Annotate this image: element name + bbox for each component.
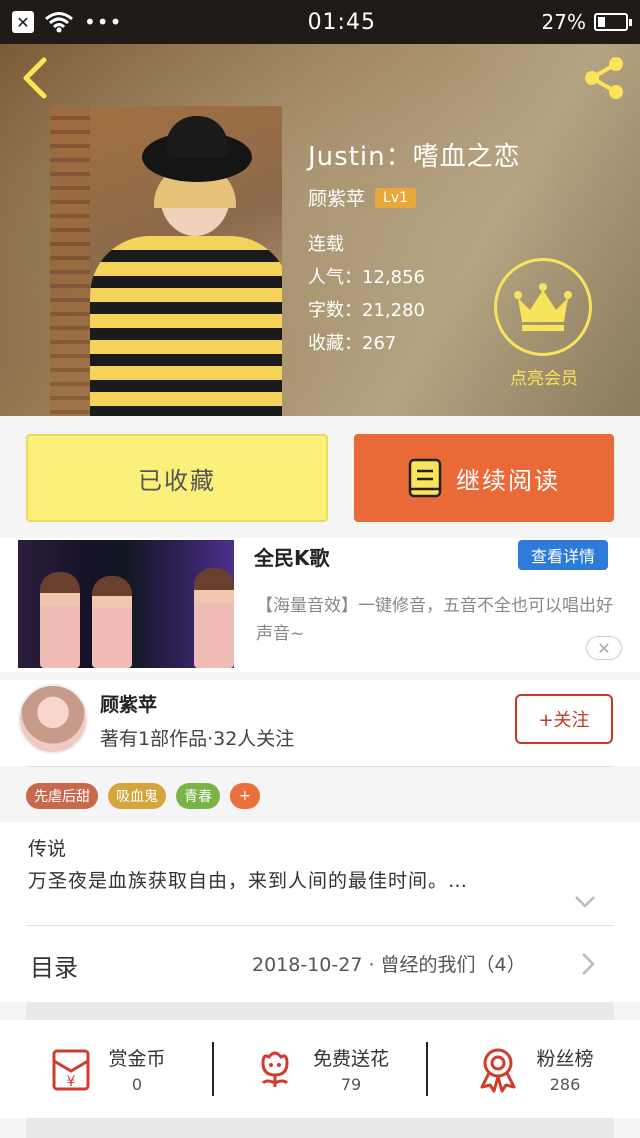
latest-chapter: 2018-10-27 · 曾经的我们（4） [252, 954, 526, 976]
vip-label: 点亮会员 [510, 369, 578, 389]
author-card[interactable]: 顾紫苹 著有1部作品·32人关注 +关注 [0, 680, 640, 766]
tag-item[interactable]: 青春 [176, 783, 220, 809]
send-flower-count: 79 [340, 1075, 362, 1094]
author-level-badge: Lv1 [375, 187, 417, 208]
avatar[interactable] [18, 684, 88, 754]
chevron-down-icon[interactable] [574, 894, 596, 910]
reward-coins-label: 赏金币 [108, 1048, 166, 1070]
medal-icon [480, 1048, 516, 1093]
ad-close-button[interactable]: ✕ [586, 636, 622, 660]
book-author-line: 顾紫苹 Lv1 [308, 184, 417, 211]
action-buttons: 已收藏 继续阅读 [26, 434, 614, 522]
support-bar: ¥ 赏金币 0 免费送花 79 粉丝榜 286 [0, 1020, 640, 1118]
intro-heading: 传说 [28, 838, 67, 860]
tag-item[interactable]: 先虐后甜 [26, 783, 98, 809]
wifi-icon [45, 12, 73, 33]
vip-crown-badge [494, 258, 592, 356]
continue-reading-button[interactable]: 继续阅读 [354, 434, 614, 522]
ad-detail-button[interactable]: 查看详情 [518, 540, 608, 570]
book-author[interactable]: 顾紫苹 [308, 184, 365, 211]
flower-icon [261, 1051, 289, 1087]
serial-status: 连载 [308, 234, 344, 255]
popularity-stat: 人气：12,856 [308, 267, 425, 288]
svg-text:¥: ¥ [67, 1074, 76, 1090]
reward-coins-count: 0 [131, 1075, 143, 1094]
book-intro[interactable]: 传说 万圣夜是血族获取自由，来到人间的最佳时间。… [0, 822, 640, 926]
fan-ranking-count: 286 [549, 1075, 581, 1094]
send-flower-label: 免费送花 [312, 1048, 389, 1070]
toc-title: 目录 [30, 954, 78, 982]
ad-banner[interactable]: 全民K歌 查看详情 【海量音效】一键修音，五音不全也可以唱出好声音~ ✕ [0, 538, 640, 672]
back-button[interactable] [16, 56, 56, 100]
book-header: Justin：嗜血之恋 顾紫苹 Lv1 连载 人气：12,856 字数：21,2… [0, 44, 640, 416]
author-card-summary: 著有1部作品·32人关注 [100, 728, 295, 750]
word-count-stat: 字数：21,280 [308, 300, 425, 321]
vip-button[interactable]: 点亮会员 [494, 258, 594, 389]
book-cover-image[interactable] [50, 106, 282, 416]
ad-title: 全民K歌 [254, 546, 330, 570]
battery-level [598, 17, 605, 27]
more-notifications-icon: ••• [84, 10, 123, 34]
crown-icon [514, 283, 572, 331]
collected-button[interactable]: 已收藏 [26, 434, 328, 522]
favorites-stat: 收藏：267 [308, 333, 397, 354]
send-flower-button[interactable]: 免费送花 79 [214, 1020, 426, 1118]
chevron-right-icon [582, 953, 595, 975]
section-divider [26, 1118, 614, 1138]
reward-coins-button[interactable]: ¥ 赏金币 0 [0, 1020, 212, 1118]
fan-ranking-label: 粉丝榜 [536, 1048, 594, 1070]
continue-reading-label: 继续阅读 [456, 466, 560, 495]
notification-close-icon: ✕ [12, 11, 34, 33]
tag-list: 先虐后甜 吸血鬼 青春 + [26, 783, 260, 809]
book-title: Justin：嗜血之恋 [308, 142, 521, 172]
fan-ranking-button[interactable]: 粉丝榜 286 [428, 1020, 640, 1118]
share-button[interactable] [580, 54, 628, 102]
book-stats: 连载 人气：12,856 字数：21,280 收藏：267 [308, 228, 425, 360]
ad-image[interactable] [18, 540, 234, 668]
book-icon [408, 458, 442, 498]
add-tag-button[interactable]: + [230, 783, 260, 809]
section-divider [26, 1002, 614, 1020]
table-of-contents-row[interactable]: 目录 2018-10-27 · 曾经的我们（4） [0, 926, 640, 1002]
battery-icon [594, 13, 632, 31]
ad-description: 【海量音效】一键修音，五音不全也可以唱出好声音~ [256, 596, 613, 644]
tag-item[interactable]: 吸血鬼 [108, 783, 166, 809]
author-card-name: 顾紫苹 [100, 694, 158, 716]
battery-percent: 27% [541, 10, 586, 34]
red-envelope-icon: ¥ [52, 1049, 90, 1091]
clock: 01:45 [307, 9, 376, 35]
divider [26, 766, 614, 767]
intro-text: 万圣夜是血族获取自由，来到人间的最佳时间。… [28, 870, 469, 892]
follow-button[interactable]: +关注 [515, 694, 613, 744]
status-bar: ✕ ••• 01:45 27% [0, 0, 640, 44]
